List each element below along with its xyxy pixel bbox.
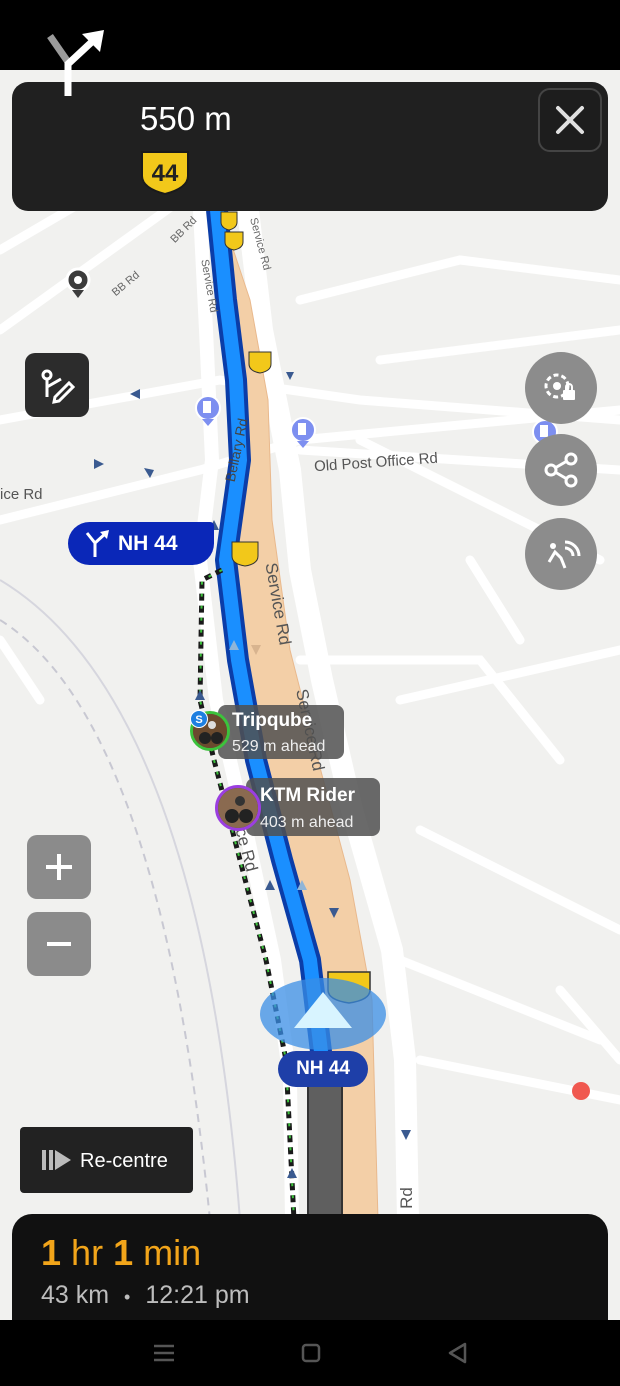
eta-hours: 1 (41, 1232, 62, 1273)
eta-hours-unit: hr (71, 1232, 104, 1273)
share-button[interactable] (525, 434, 597, 506)
remaining-distance: 43 km (41, 1281, 110, 1309)
rider-distance: 403 m ahead (260, 814, 354, 831)
rider-name: KTM Rider (260, 785, 355, 806)
minus-icon (47, 942, 71, 946)
highway-shield-icon: 44 (140, 150, 190, 196)
route-edit-icon (41, 369, 76, 404)
live-tracking-button[interactable] (525, 518, 597, 590)
rider-distance: 529 m ahead (232, 738, 326, 755)
system-navigation-bar (0, 1320, 620, 1386)
turn-callout: NH 44 (68, 522, 214, 565)
vehicle-arrow-icon (260, 978, 386, 1050)
turn-slight-right-icon (47, 30, 104, 96)
close-icon (556, 106, 584, 134)
map-road-label: Rd (396, 1187, 416, 1209)
route-settings-button[interactable] (525, 352, 597, 424)
eta-duration: 1 hr 1 min (41, 1232, 201, 1274)
navigation-screen: BB Rd BB Rd Service Rd Service Rd Bellar… (0, 0, 620, 1386)
rider-signal-icon (547, 540, 581, 569)
home-icon[interactable] (301, 1343, 321, 1363)
zoom-in-button[interactable] (27, 835, 91, 899)
back-icon[interactable] (448, 1342, 467, 1364)
recentre-label: Re-centre (80, 1150, 168, 1172)
distance-to-turn: 550 m (140, 100, 232, 137)
rider-name: Tripqube (232, 710, 313, 731)
callout-road-name: NH 44 (118, 532, 178, 555)
separator: • (124, 1287, 131, 1307)
current-road-label: NH 44 (278, 1051, 368, 1087)
zoom-out-button[interactable] (27, 912, 91, 976)
turn-arrow-icon (85, 530, 109, 557)
menu-icon[interactable] (154, 1344, 174, 1362)
close-navigation-button[interactable] (538, 88, 602, 152)
rider-card[interactable]: KTM Rider 403 m ahead (246, 778, 380, 836)
recentre-button[interactable]: Re-centre (20, 1127, 193, 1193)
eta-minutes-unit: min (143, 1232, 202, 1273)
location-pin-icon (65, 267, 91, 298)
share-icon (544, 452, 578, 488)
rider-badge: S (190, 710, 208, 728)
eta-minutes: 1 (113, 1232, 134, 1273)
trip-details: 43 km • 12:21 pm (41, 1281, 250, 1310)
plus-icon (46, 854, 72, 880)
map-road-label: ice Rd (0, 486, 43, 503)
arrival-time: 12:21 pm (145, 1281, 250, 1309)
avatar[interactable] (215, 785, 261, 831)
gear-lock-icon (544, 373, 575, 400)
poi-dot (572, 1082, 590, 1100)
rider-card[interactable]: Tripqube 529 m ahead (218, 705, 344, 759)
shield-number: 44 (151, 160, 179, 187)
recentre-icon (42, 1150, 71, 1170)
instruction-card (12, 82, 608, 211)
edit-route-button[interactable] (25, 353, 89, 417)
